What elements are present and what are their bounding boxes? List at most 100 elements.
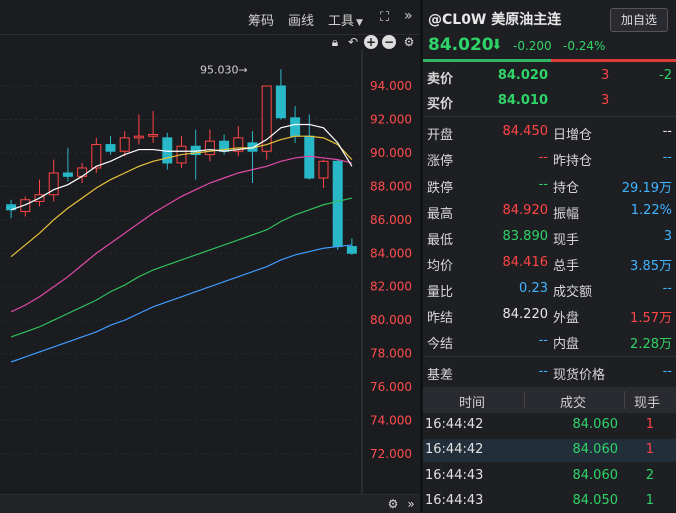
today-settle-value: -- [538, 333, 548, 348]
draw-line-button[interactable]: 画线 [288, 10, 314, 29]
stat-row: 量比 0.23 成交额 -- [423, 277, 676, 303]
gear-icon[interactable]: ⚙ [386, 497, 400, 511]
candle-body [119, 137, 130, 152]
turnover-label: 成交额 [553, 285, 593, 300]
candle-body [290, 117, 301, 137]
high-value: 84.920 [502, 203, 549, 218]
tools-label: 工具 [328, 14, 355, 29]
kline-chart-area[interactable]: 筹码 画线 工具 ▼ ⛶ » 🔒︎ ↶ + − ⚙ 94.000 92.000 90.… [0, 0, 420, 513]
stat-row: 今结 -- 内盘 2.28万 [423, 329, 676, 355]
price-change-pct: -0.24% [563, 39, 606, 53]
bid-volume: 3 [601, 93, 610, 108]
ask-volume: 3 [601, 68, 610, 83]
open-interest-value: 29.19万 [621, 181, 672, 196]
candle-body [133, 135, 144, 139]
stat-row: 均价 84.416 总手 3.85万 [423, 251, 676, 277]
zoom-out-icon[interactable]: − [382, 35, 396, 49]
prev-oi-label: 昨持仓 [553, 154, 593, 169]
ask-price: 84.020 [497, 68, 548, 83]
table-row[interactable]: 16:44:43 84.060 2 [423, 465, 676, 488]
col-price[interactable]: 成交 [560, 392, 586, 411]
volume-ratio-label: 量比 [427, 285, 454, 300]
collapse-icon[interactable]: » [404, 497, 418, 511]
y-tick-label: 82.000 [370, 280, 412, 294]
ask-diff: -2 [659, 68, 672, 83]
col-qty[interactable]: 现手 [634, 392, 660, 411]
quote-panel: @CL0W 美原油主连 加自选 84.020 ⬇ -0.200 -0.24% 卖… [423, 0, 676, 512]
chips-button[interactable]: 筹码 [248, 10, 274, 29]
total-volume-label: 总手 [553, 259, 580, 274]
high-label: 最高 [427, 207, 454, 222]
low-label: 最低 [427, 233, 454, 248]
spot-price-label: 现货价格 [553, 368, 606, 383]
tick-price: 84.060 [572, 417, 619, 432]
divider [624, 391, 625, 409]
candle-body [77, 167, 88, 177]
stat-row: 最低 83.890 现手 3 [423, 225, 676, 251]
tick-time: 16:44:43 [425, 493, 484, 508]
tick-qty: 1 [645, 417, 654, 432]
candle-body [148, 134, 159, 137]
tick-table-header: 时间 成交 现手 [423, 387, 676, 413]
ask-strength-bar [551, 59, 676, 62]
prev-settle-value: 84.220 [502, 307, 549, 322]
open-interest-label: 持仓 [553, 181, 580, 196]
tick-time: 16:44:43 [425, 468, 484, 483]
divider [423, 116, 676, 117]
col-time[interactable]: 时间 [459, 392, 485, 411]
stat-row: 跌停 -- 持仓 29.19万 [423, 173, 676, 199]
y-tick-label: 90.000 [370, 146, 412, 160]
candle-body [204, 140, 215, 156]
today-settle-label: 今结 [427, 337, 454, 352]
y-tick-label: 80.000 [370, 313, 412, 327]
candle-body [91, 144, 102, 169]
gear-icon[interactable]: ⚙ [402, 35, 416, 49]
undo-icon[interactable]: ↶ [346, 35, 360, 49]
prev-settle-label: 昨结 [427, 311, 454, 326]
stat-row: 涨停 -- 昨持仓 -- [423, 146, 676, 172]
basis-label: 基差 [427, 368, 454, 383]
inner-volume-label: 内盘 [553, 337, 580, 352]
inner-volume-value: 2.28万 [630, 337, 672, 352]
tick-price: 84.060 [572, 468, 619, 483]
limit-up-value: -- [538, 150, 548, 165]
y-tick-label: 72.000 [370, 447, 412, 461]
turnover-value: -- [662, 281, 672, 296]
quote-header: @CL0W 美原油主连 加自选 84.020 ⬇ -0.200 -0.24% [423, 0, 676, 60]
table-row[interactable]: 16:44:43 84.050 1 [423, 490, 676, 513]
y-tick-label: 86.000 [370, 213, 412, 227]
limit-down-label: 跌停 [427, 181, 454, 196]
amplitude-label: 振幅 [553, 207, 580, 222]
zoom-in-icon[interactable]: + [364, 35, 378, 49]
fullscreen-icon[interactable]: ⛶ [380, 10, 389, 25]
caret-down-icon: ▼ [356, 18, 363, 28]
chart-toolbar: 筹码 画线 工具 ▼ ⛶ » [0, 0, 420, 35]
ask-label: 卖价 [427, 72, 454, 87]
current-lot-label: 现手 [553, 233, 580, 248]
tools-button[interactable]: 工具 ▼ [328, 10, 363, 29]
outer-volume-value: 1.57万 [630, 311, 672, 326]
outer-volume-label: 外盘 [553, 311, 580, 326]
y-tick-label: 76.000 [370, 380, 412, 394]
chart-background [0, 50, 420, 494]
divider [423, 356, 676, 357]
divider [524, 391, 525, 409]
y-tick-label: 74.000 [370, 414, 412, 428]
y-tick-label: 78.000 [370, 347, 412, 361]
amplitude-value: 1.22% [630, 203, 672, 218]
symbol-title: @CL0W 美原油主连 [428, 12, 562, 28]
table-row[interactable]: 16:44:42 84.060 1 [423, 414, 676, 437]
lock-icon[interactable]: 🔒︎ [328, 35, 342, 49]
table-row[interactable]: 16:44:42 84.060 1 [423, 439, 676, 462]
bid-label: 买价 [427, 97, 454, 112]
peak-price-label: 95.030→ [200, 63, 248, 76]
total-volume-value: 3.85万 [630, 259, 672, 274]
candlestick-chart[interactable]: 94.000 92.000 90.000 88.000 86.000 84.000 82.0… [0, 50, 420, 494]
candle-body [346, 246, 357, 254]
expand-icon[interactable]: » [404, 8, 413, 24]
candle-body [332, 160, 343, 248]
tick-price: 84.050 [572, 493, 619, 508]
add-watchlist-button[interactable]: 加自选 [610, 8, 668, 32]
candle-body [62, 172, 73, 177]
avg-label: 均价 [427, 259, 454, 274]
